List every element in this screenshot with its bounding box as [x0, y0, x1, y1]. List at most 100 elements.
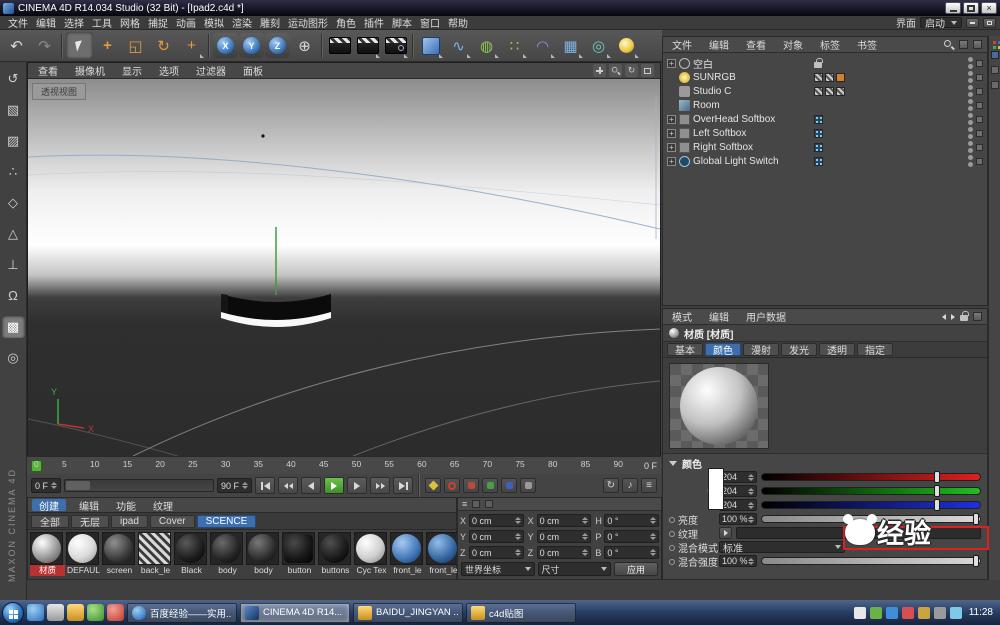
viewport-canvas[interactable]: Y X [28, 79, 660, 456]
start-button[interactable] [2, 602, 24, 624]
lock-y-axis-button[interactable]: Y [239, 33, 264, 58]
tray-safety-icon[interactable] [870, 607, 882, 619]
menu-tools[interactable]: 工具 [88, 15, 116, 30]
menu-simulate[interactable]: 模拟 [200, 15, 228, 30]
filter-tab-all[interactable]: 全部 [31, 515, 69, 528]
object-row-studio-c[interactable]: Studio C [663, 84, 987, 98]
model-mode-button[interactable]: ▧ [2, 98, 25, 121]
add-deformer-button[interactable]: ◠ [529, 32, 556, 59]
expand-icon[interactable]: + [667, 143, 676, 152]
task-c4d-textures[interactable]: c4d贴图 [466, 603, 576, 623]
clock[interactable]: 11:28 [969, 607, 993, 618]
editor-visibility-dot[interactable] [968, 85, 973, 90]
structure-palette-icon[interactable] [991, 66, 999, 74]
editor-visibility-dot[interactable] [968, 141, 973, 146]
render-visibility-dot[interactable] [968, 162, 973, 167]
r-value-field[interactable]: 204 [719, 471, 757, 483]
attr-menu-mode[interactable]: 模式 [668, 309, 696, 324]
panel-grip-icon[interactable]: ≡ [462, 499, 467, 509]
last-used-tool[interactable]: + [178, 32, 205, 59]
edges-mode-button[interactable]: ◇ [2, 191, 25, 214]
material-item[interactable]: DEFAUL [66, 532, 101, 576]
material-item[interactable]: front_le [426, 532, 461, 576]
object-row-global-light-switch[interactable]: + Global Light Switch [663, 154, 987, 168]
enable-toggle[interactable] [976, 116, 983, 123]
history-back-icon[interactable] [942, 314, 946, 320]
coordinate-system-select[interactable]: 世界坐标 [461, 562, 535, 576]
tab-basic[interactable]: 基本 [667, 343, 703, 356]
compositing-tag-icon[interactable] [814, 115, 823, 124]
protection-tag-icon[interactable] [814, 62, 822, 68]
render-view-button[interactable] [326, 32, 353, 59]
tray-volume-icon[interactable] [934, 607, 946, 619]
frame-stepper[interactable] [51, 482, 57, 489]
coordinates-header-icon[interactable] [485, 500, 493, 508]
menu-character[interactable]: 角色 [332, 15, 360, 30]
compositing-tag-icon[interactable] [814, 129, 823, 138]
size-mode-select[interactable]: 尺寸 [538, 562, 612, 576]
task-baidu-jingyan-page[interactable]: 百度经验——实用... [127, 603, 237, 623]
render-visibility-dot[interactable] [968, 64, 973, 69]
material-menu-function[interactable]: 功能 [112, 498, 140, 513]
material-item[interactable]: body [210, 532, 245, 576]
material-item[interactable]: button [282, 532, 317, 576]
coordinate-system-button[interactable]: ⊕ [291, 32, 318, 59]
menu-help[interactable]: 帮助 [444, 15, 472, 30]
enable-toggle[interactable] [976, 158, 983, 165]
playback-mode-button[interactable]: ↻ [603, 478, 619, 493]
tab-diffusion[interactable]: 漫射 [743, 343, 779, 356]
texture-tag-icon[interactable] [836, 87, 845, 96]
pos-z-field[interactable]: 0 cm [469, 546, 524, 559]
mix-strength-slider[interactable] [761, 557, 981, 565]
texture-mode-button[interactable]: ▨ [2, 129, 25, 152]
lock-x-axis-button[interactable]: X [213, 33, 238, 58]
material-menu-create[interactable]: 创建 [32, 499, 66, 511]
editor-visibility-dot[interactable] [968, 99, 973, 104]
viewport-menu-panel[interactable]: 面板 [239, 63, 267, 78]
menu-sculpt[interactable]: 雕刻 [256, 15, 284, 30]
filter-tab-ipad[interactable]: ipad [111, 515, 148, 528]
material-item[interactable]: 材质 [30, 532, 65, 576]
material-item[interactable]: front_le [390, 532, 425, 576]
b-slider[interactable] [761, 501, 981, 509]
enable-toggle[interactable] [976, 102, 983, 109]
menu-window[interactable]: 窗口 [416, 15, 444, 30]
apply-button[interactable]: 应用 [614, 562, 658, 576]
previous-key-button[interactable] [278, 477, 298, 494]
om-menu-tags[interactable]: 标签 [816, 37, 844, 52]
layer-icon[interactable] [973, 40, 982, 49]
material-preview[interactable] [669, 363, 769, 449]
size-y-field[interactable]: 0 cm [537, 530, 592, 543]
render-visibility-dot[interactable] [968, 92, 973, 97]
menu-file[interactable]: 文件 [4, 15, 32, 30]
enable-toggle[interactable] [976, 60, 983, 67]
om-menu-objects[interactable]: 对象 [779, 37, 807, 52]
add-array-button[interactable]: ∷ [501, 32, 528, 59]
viewport-rotate-icon[interactable]: ↻ [625, 64, 638, 77]
timeline-ruler[interactable]: 051015202530354045505560657075808590 0 F [27, 456, 661, 474]
task-baidu-jingyan-folder[interactable]: BAIDU_JINGYAN ... [353, 603, 463, 623]
goto-start-button[interactable] [255, 477, 275, 494]
history-forward-icon[interactable] [951, 314, 955, 320]
texture-tag-icon[interactable] [825, 87, 834, 96]
viewport-menu-view[interactable]: 查看 [34, 63, 62, 78]
material-item[interactable]: buttons [318, 532, 353, 576]
lock-icon[interactable] [960, 315, 968, 321]
texture-tag-icon[interactable] [814, 87, 823, 96]
brightness-field[interactable]: 100 % [719, 513, 757, 525]
attr-menu-edit[interactable]: 编辑 [705, 309, 733, 324]
mix-strength-field[interactable]: 100 % [719, 555, 757, 567]
scale-tool[interactable]: ◱ [122, 32, 149, 59]
task-cinema4d[interactable]: CINEMA 4D R14... [240, 603, 350, 623]
filter-icon[interactable] [959, 40, 968, 49]
menu-render[interactable]: 渲染 [228, 15, 256, 30]
attr-menu-userdata[interactable]: 用户数据 [742, 309, 790, 324]
live-selection-tool[interactable] [66, 32, 93, 59]
next-frame-button[interactable] [347, 477, 367, 494]
play-button[interactable] [324, 477, 344, 494]
rot-p-field[interactable]: 0 ° [604, 530, 659, 543]
menu-animate[interactable]: 动画 [172, 15, 200, 30]
b-value-field[interactable]: 204 [719, 499, 757, 511]
maximize-button[interactable] [963, 2, 979, 14]
render-region-button[interactable] [354, 32, 381, 59]
